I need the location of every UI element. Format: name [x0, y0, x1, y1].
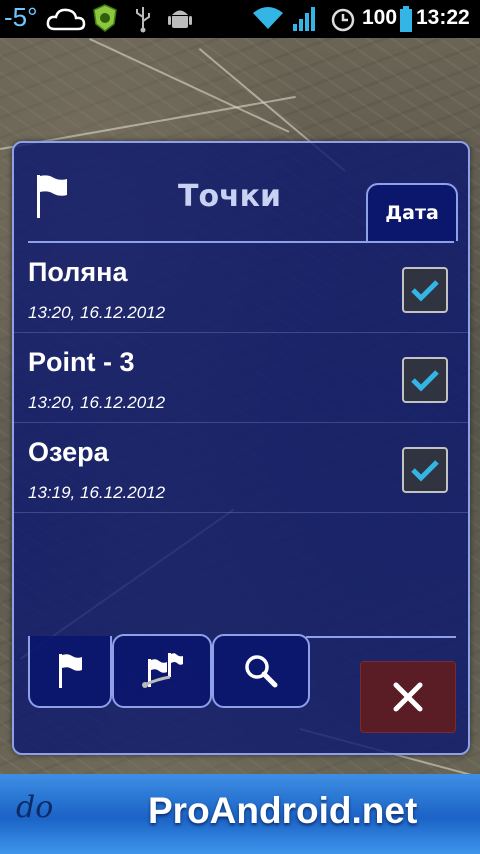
- point-name: Поляна: [28, 257, 128, 287]
- watermark-text: ProAndroid.net: [148, 790, 418, 831]
- watermark-logo: do: [16, 790, 54, 825]
- flag-icon: [59, 654, 82, 688]
- cloud-icon: [46, 6, 86, 36]
- points-dialog: Точки Дата Поляна 13:20, 16.12.2012 Poin…: [12, 141, 470, 755]
- battery-percent: 100: [362, 6, 398, 29]
- checkmark-icon: [411, 370, 439, 392]
- close-button[interactable]: [360, 661, 456, 733]
- sort-by-date-label: Дата: [385, 202, 439, 224]
- search-icon: [245, 655, 278, 688]
- signal-icon: [292, 6, 318, 36]
- clock-time: 13:22: [416, 6, 470, 29]
- usb-icon: [134, 5, 152, 37]
- alarm-icon: [330, 5, 356, 37]
- flag-icon: [34, 173, 68, 223]
- point-date: 13:20, 16.12.2012: [28, 393, 166, 412]
- wifi-icon: [252, 5, 284, 35]
- point-checkbox[interactable]: [402, 357, 448, 403]
- status-bar: -5° 100 13:22: [0, 0, 480, 38]
- point-name: Point - 3: [28, 347, 135, 377]
- route-flags-icon: [142, 653, 183, 688]
- list-item[interactable]: Озера 13:19, 16.12.2012: [14, 423, 468, 513]
- point-date: 13:19, 16.12.2012: [28, 483, 166, 502]
- shield-app-icon: [92, 4, 118, 36]
- point-checkbox[interactable]: [402, 267, 448, 313]
- temperature-text: -5°: [4, 2, 38, 32]
- watermark-banner: do ProAndroid.net: [0, 774, 480, 854]
- tabbar-divider: [306, 636, 456, 638]
- close-icon: [393, 682, 423, 712]
- point-name: Озера: [28, 437, 109, 467]
- checkmark-icon: [411, 460, 439, 482]
- list-item[interactable]: Point - 3 13:20, 16.12.2012: [14, 333, 468, 423]
- list-item[interactable]: Поляна 13:20, 16.12.2012: [14, 243, 468, 333]
- points-list: Поляна 13:20, 16.12.2012 Point - 3 13:20…: [14, 243, 468, 513]
- point-date: 13:20, 16.12.2012: [28, 303, 166, 322]
- tab-routes[interactable]: [112, 634, 212, 708]
- checkmark-icon: [411, 280, 439, 302]
- sort-by-date-tab[interactable]: Дата: [366, 183, 458, 241]
- dialog-title: Точки: [178, 179, 282, 214]
- android-icon: [168, 6, 192, 36]
- tab-points[interactable]: [28, 636, 112, 708]
- point-checkbox[interactable]: [402, 447, 448, 493]
- battery-icon: [400, 6, 412, 36]
- tab-search[interactable]: [212, 634, 310, 708]
